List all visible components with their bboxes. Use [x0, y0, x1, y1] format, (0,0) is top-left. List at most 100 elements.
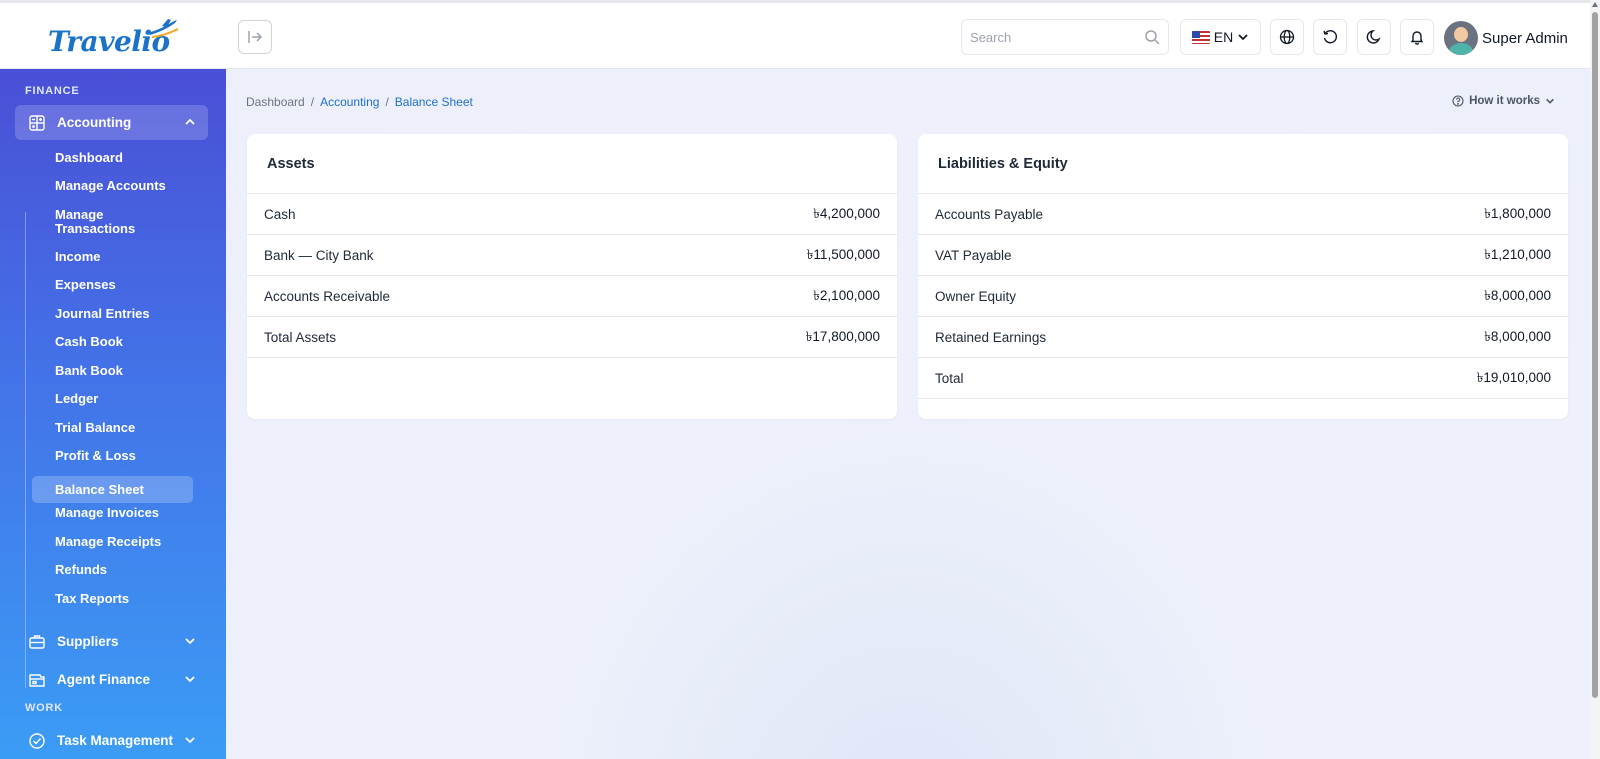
row-label: Total Assets [264, 329, 337, 345]
top-header: Travelio EN [0, 0, 1590, 69]
wallet-icon [27, 670, 47, 690]
chevron-up-icon [185, 118, 195, 125]
sidebar-subitem-balance-sheet[interactable]: Balance Sheet [32, 476, 193, 503]
sidebar-item-label: Accounting [57, 115, 132, 130]
avatar[interactable] [1444, 21, 1478, 55]
row-amount: ৳1,210,000 [1484, 246, 1551, 262]
search-box [961, 19, 1169, 55]
chevron-down-icon [185, 638, 195, 645]
table-row: Accounts Payable ৳1,800,000 [918, 194, 1568, 235]
user-name[interactable]: Super Admin [1482, 30, 1568, 47]
row-label: Cash [264, 206, 296, 222]
row-amount: ৳2,100,000 [813, 287, 880, 303]
travelio-logo[interactable]: Travelio [48, 17, 179, 59]
sidebar-item-agent-finance[interactable]: Agent Finance [15, 662, 208, 697]
how-it-works-button[interactable]: How it works [1452, 95, 1555, 107]
row-label: Accounts Payable [935, 206, 1044, 222]
sidebar-item-suppliers[interactable]: Suppliers [15, 624, 208, 659]
card-title: Assets [247, 134, 897, 194]
breadcrumb-separator: / [310, 95, 315, 109]
refresh-icon [1323, 30, 1338, 44]
row-label: Accounts Receivable [264, 288, 391, 304]
sidebar-item-task-management[interactable]: Task Management [15, 723, 208, 758]
breadcrumb-current: Balance Sheet [394, 95, 473, 109]
calculator-icon [27, 113, 47, 133]
moon-icon [1366, 30, 1381, 44]
row-label: Owner Equity [935, 288, 1017, 304]
sidebar-subitem-manage-transactions[interactable]: Manage Transactions [32, 208, 193, 236]
sidebar-subitem-bank-book[interactable]: Bank Book [32, 364, 193, 378]
sidebar-subitem-manage-accounts[interactable]: Manage Accounts [32, 179, 193, 193]
sidebar-subitem-refunds[interactable]: Refunds [32, 563, 193, 577]
row-label: Bank — City Bank [264, 247, 374, 263]
sidebar-subitem-journal-entries[interactable]: Journal Entries [32, 307, 193, 321]
search-input[interactable] [962, 20, 1132, 54]
table-row: Cash ৳4,200,000 [247, 194, 897, 235]
table-row: Bank — City Bank ৳11,500,000 [247, 235, 897, 276]
chevron-down-icon [185, 737, 195, 744]
row-label: Total [935, 370, 964, 386]
breadcrumb-separator: / [385, 95, 389, 109]
sidebar-subitem-profit-loss[interactable]: Profit & Loss [32, 449, 193, 463]
sidebar: FINANCE Accounting Dashboard Manage Acco… [0, 69, 226, 759]
chevron-down-icon [185, 676, 195, 683]
scroll-up-arrow-icon[interactable] [1591, 1, 1599, 9]
search-icon[interactable] [1144, 29, 1160, 45]
breadcrumb-accounting[interactable]: Accounting [320, 95, 379, 109]
check-circle-icon [27, 731, 47, 751]
page-scrollbar[interactable] [1590, 0, 1600, 759]
sidebar-subitem-income[interactable]: Income [32, 250, 193, 264]
table-row: Owner Equity ৳8,000,000 [918, 276, 1568, 317]
sidebar-subitem-manage-invoices[interactable]: Manage Invoices [32, 506, 193, 520]
sidebar-subitem-dashboard[interactable]: Dashboard [32, 151, 193, 165]
table-row: Total ৳19,010,000 [918, 358, 1568, 399]
scrollbar-thumb[interactable] [1592, 12, 1598, 698]
sidebar-item-label: Suppliers [57, 634, 119, 649]
row-amount: ৳11,500,000 [806, 246, 880, 262]
row-label: VAT Payable [935, 247, 1012, 263]
sidebar-toggle-button[interactable] [238, 20, 272, 54]
help-circle-icon [1452, 95, 1464, 107]
chevron-down-icon [1238, 34, 1248, 41]
breadcrumb-home[interactable]: Dashboard [246, 95, 305, 109]
sidebar-subitem-manage-receipts[interactable]: Manage Receipts [32, 535, 193, 549]
row-label: Retained Earnings [935, 329, 1047, 345]
globe-button[interactable] [1270, 19, 1304, 55]
row-amount: ৳1,800,000 [1484, 205, 1551, 221]
submenu-guide-line [25, 212, 26, 688]
table-row: VAT Payable ৳1,210,000 [918, 235, 1568, 276]
theme-toggle-button[interactable] [1357, 19, 1391, 55]
sidebar-subitem-expenses[interactable]: Expenses [32, 278, 193, 292]
language-selector[interactable]: EN [1180, 19, 1261, 55]
card-title: Liabilities & Equity [918, 134, 1568, 194]
briefcase-icon [27, 632, 47, 652]
collapse-arrow-icon [248, 31, 263, 43]
assets-card: Assets Cash ৳4,200,000 Bank — City Bank … [247, 134, 897, 419]
table-row: Accounts Receivable ৳2,100,000 [247, 276, 897, 317]
liabilities-equity-card: Liabilities & Equity Accounts Payable ৳1… [918, 134, 1568, 419]
row-amount: ৳8,000,000 [1484, 328, 1551, 344]
how-it-works-label: How it works [1469, 95, 1540, 107]
us-flag-icon [1191, 30, 1210, 44]
refresh-button[interactable] [1313, 19, 1347, 55]
sidebar-subitem-ledger[interactable]: Ledger [32, 392, 193, 406]
language-code: EN [1213, 29, 1234, 45]
bell-icon [1410, 31, 1424, 45]
sidebar-subitem-trial-balance[interactable]: Trial Balance [32, 421, 193, 435]
table-row: Total Assets ৳17,800,000 [247, 317, 897, 358]
row-amount: ৳19,010,000 [1476, 369, 1551, 385]
notifications-button[interactable] [1400, 19, 1434, 55]
sidebar-item-accounting[interactable]: Accounting [15, 105, 208, 140]
sidebar-item-label: Agent Finance [57, 672, 151, 687]
airplane-icon [146, 19, 179, 38]
section-label-finance: FINANCE [25, 85, 80, 97]
breadcrumb: Dashboard / Accounting / Balance Sheet [246, 95, 473, 109]
section-label-work: WORK [25, 702, 64, 714]
sidebar-subitem-cash-book[interactable]: Cash Book [32, 335, 193, 349]
row-amount: ৳4,200,000 [813, 205, 880, 221]
table-row: Retained Earnings ৳8,000,000 [918, 317, 1568, 358]
main-content: Dashboard / Accounting / Balance Sheet How i… [226, 69, 1590, 759]
chevron-down-icon [1546, 98, 1554, 104]
row-amount: ৳17,800,000 [805, 328, 880, 344]
sidebar-subitem-tax-reports[interactable]: Tax Reports [32, 592, 193, 606]
